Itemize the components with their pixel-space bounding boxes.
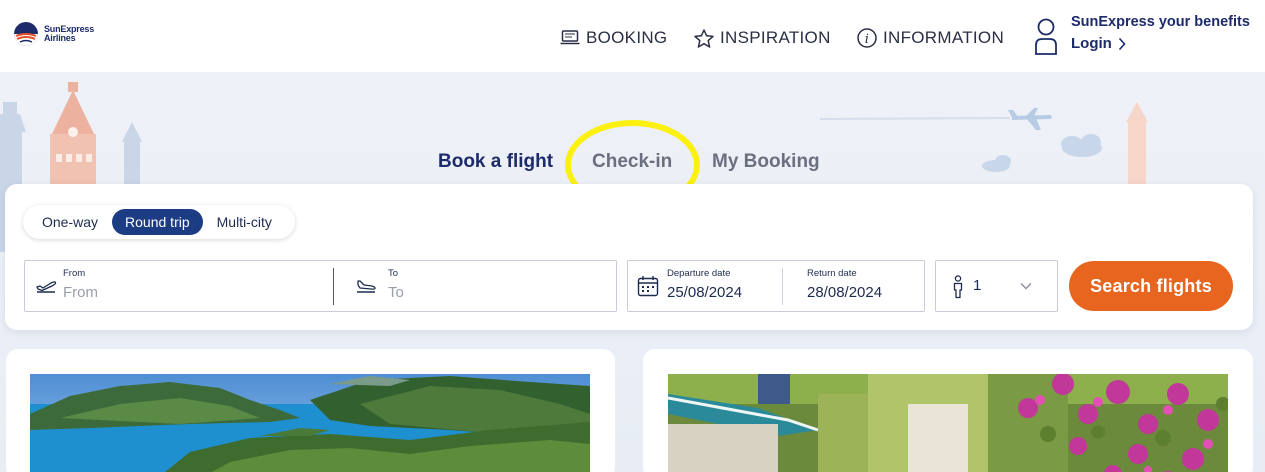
user-icon (1035, 18, 1057, 55)
to-label: To (388, 268, 399, 279)
search-flights-button[interactable]: Search flights (1069, 261, 1233, 311)
logo-text-line2: Airlines (44, 33, 76, 43)
to-placeholder: To (388, 284, 404, 301)
coastline-photo (30, 374, 590, 472)
airplane-illustration (1008, 108, 1052, 130)
return-date-label: Return date (807, 268, 857, 279)
passenger-icon (953, 275, 963, 299)
from-field[interactable]: From From (25, 261, 333, 311)
tab-my-booking[interactable]: My Booking (712, 151, 820, 173)
nav-inspiration-label: INSPIRATION (720, 28, 831, 47)
laptop-icon (560, 30, 580, 45)
date-fields: Departure date 25/08/2024 Return date 28… (627, 260, 925, 312)
nav-booking-label: BOOKING (586, 28, 668, 47)
trip-type-toggle: One-way Round trip Multi-city (23, 205, 295, 239)
chevron-down-icon (1020, 283, 1032, 290)
trip-option-round-trip[interactable]: Round trip (112, 209, 203, 235)
plane-takeoff-icon (36, 281, 57, 293)
departure-date-value: 25/08/2024 (667, 284, 743, 301)
nav-information[interactable]: i INFORMATION (857, 28, 1004, 48)
benefits-title: SunExpress your benefits (1071, 14, 1250, 30)
plane-landing-icon (357, 280, 376, 293)
sunexpress-logo-icon (12, 20, 40, 48)
login-link[interactable]: Login (1071, 35, 1265, 52)
info-icon: i (857, 28, 877, 48)
svg-text:i: i (865, 32, 869, 47)
nav-inspiration[interactable]: INSPIRATION (694, 28, 831, 48)
tab-book-a-flight[interactable]: Book a flight (438, 151, 553, 173)
route-divider (333, 268, 334, 305)
date-divider (782, 268, 783, 305)
site-header: SunExpress Airlines BOOKING INSPIRATION … (0, 0, 1265, 72)
nav-booking[interactable]: BOOKING (560, 28, 667, 48)
passenger-count: 1 (973, 277, 982, 294)
trip-option-one-way[interactable]: One-way (28, 209, 112, 235)
trip-option-multi-city[interactable]: Multi-city (203, 209, 286, 235)
return-date-field[interactable]: Return date 28/08/2024 (788, 261, 924, 311)
garden-street-photo (668, 374, 1228, 472)
departure-date-field[interactable]: Departure date 25/08/2024 (628, 261, 778, 311)
route-fields: From From To To (24, 260, 617, 312)
nav-information-label: INFORMATION (883, 28, 1005, 47)
passenger-selector[interactable]: 1 (935, 260, 1058, 312)
to-field[interactable]: To To (345, 261, 615, 311)
return-date-value: 28/08/2024 (807, 284, 883, 301)
sunexpress-logo[interactable]: SunExpress Airlines (12, 20, 94, 48)
departure-date-label: Departure date (667, 268, 731, 279)
star-icon (694, 28, 714, 48)
chevron-right-icon (1118, 37, 1126, 50)
from-placeholder: From (63, 284, 98, 301)
from-label: From (63, 268, 86, 279)
login-label: Login (1071, 35, 1112, 52)
